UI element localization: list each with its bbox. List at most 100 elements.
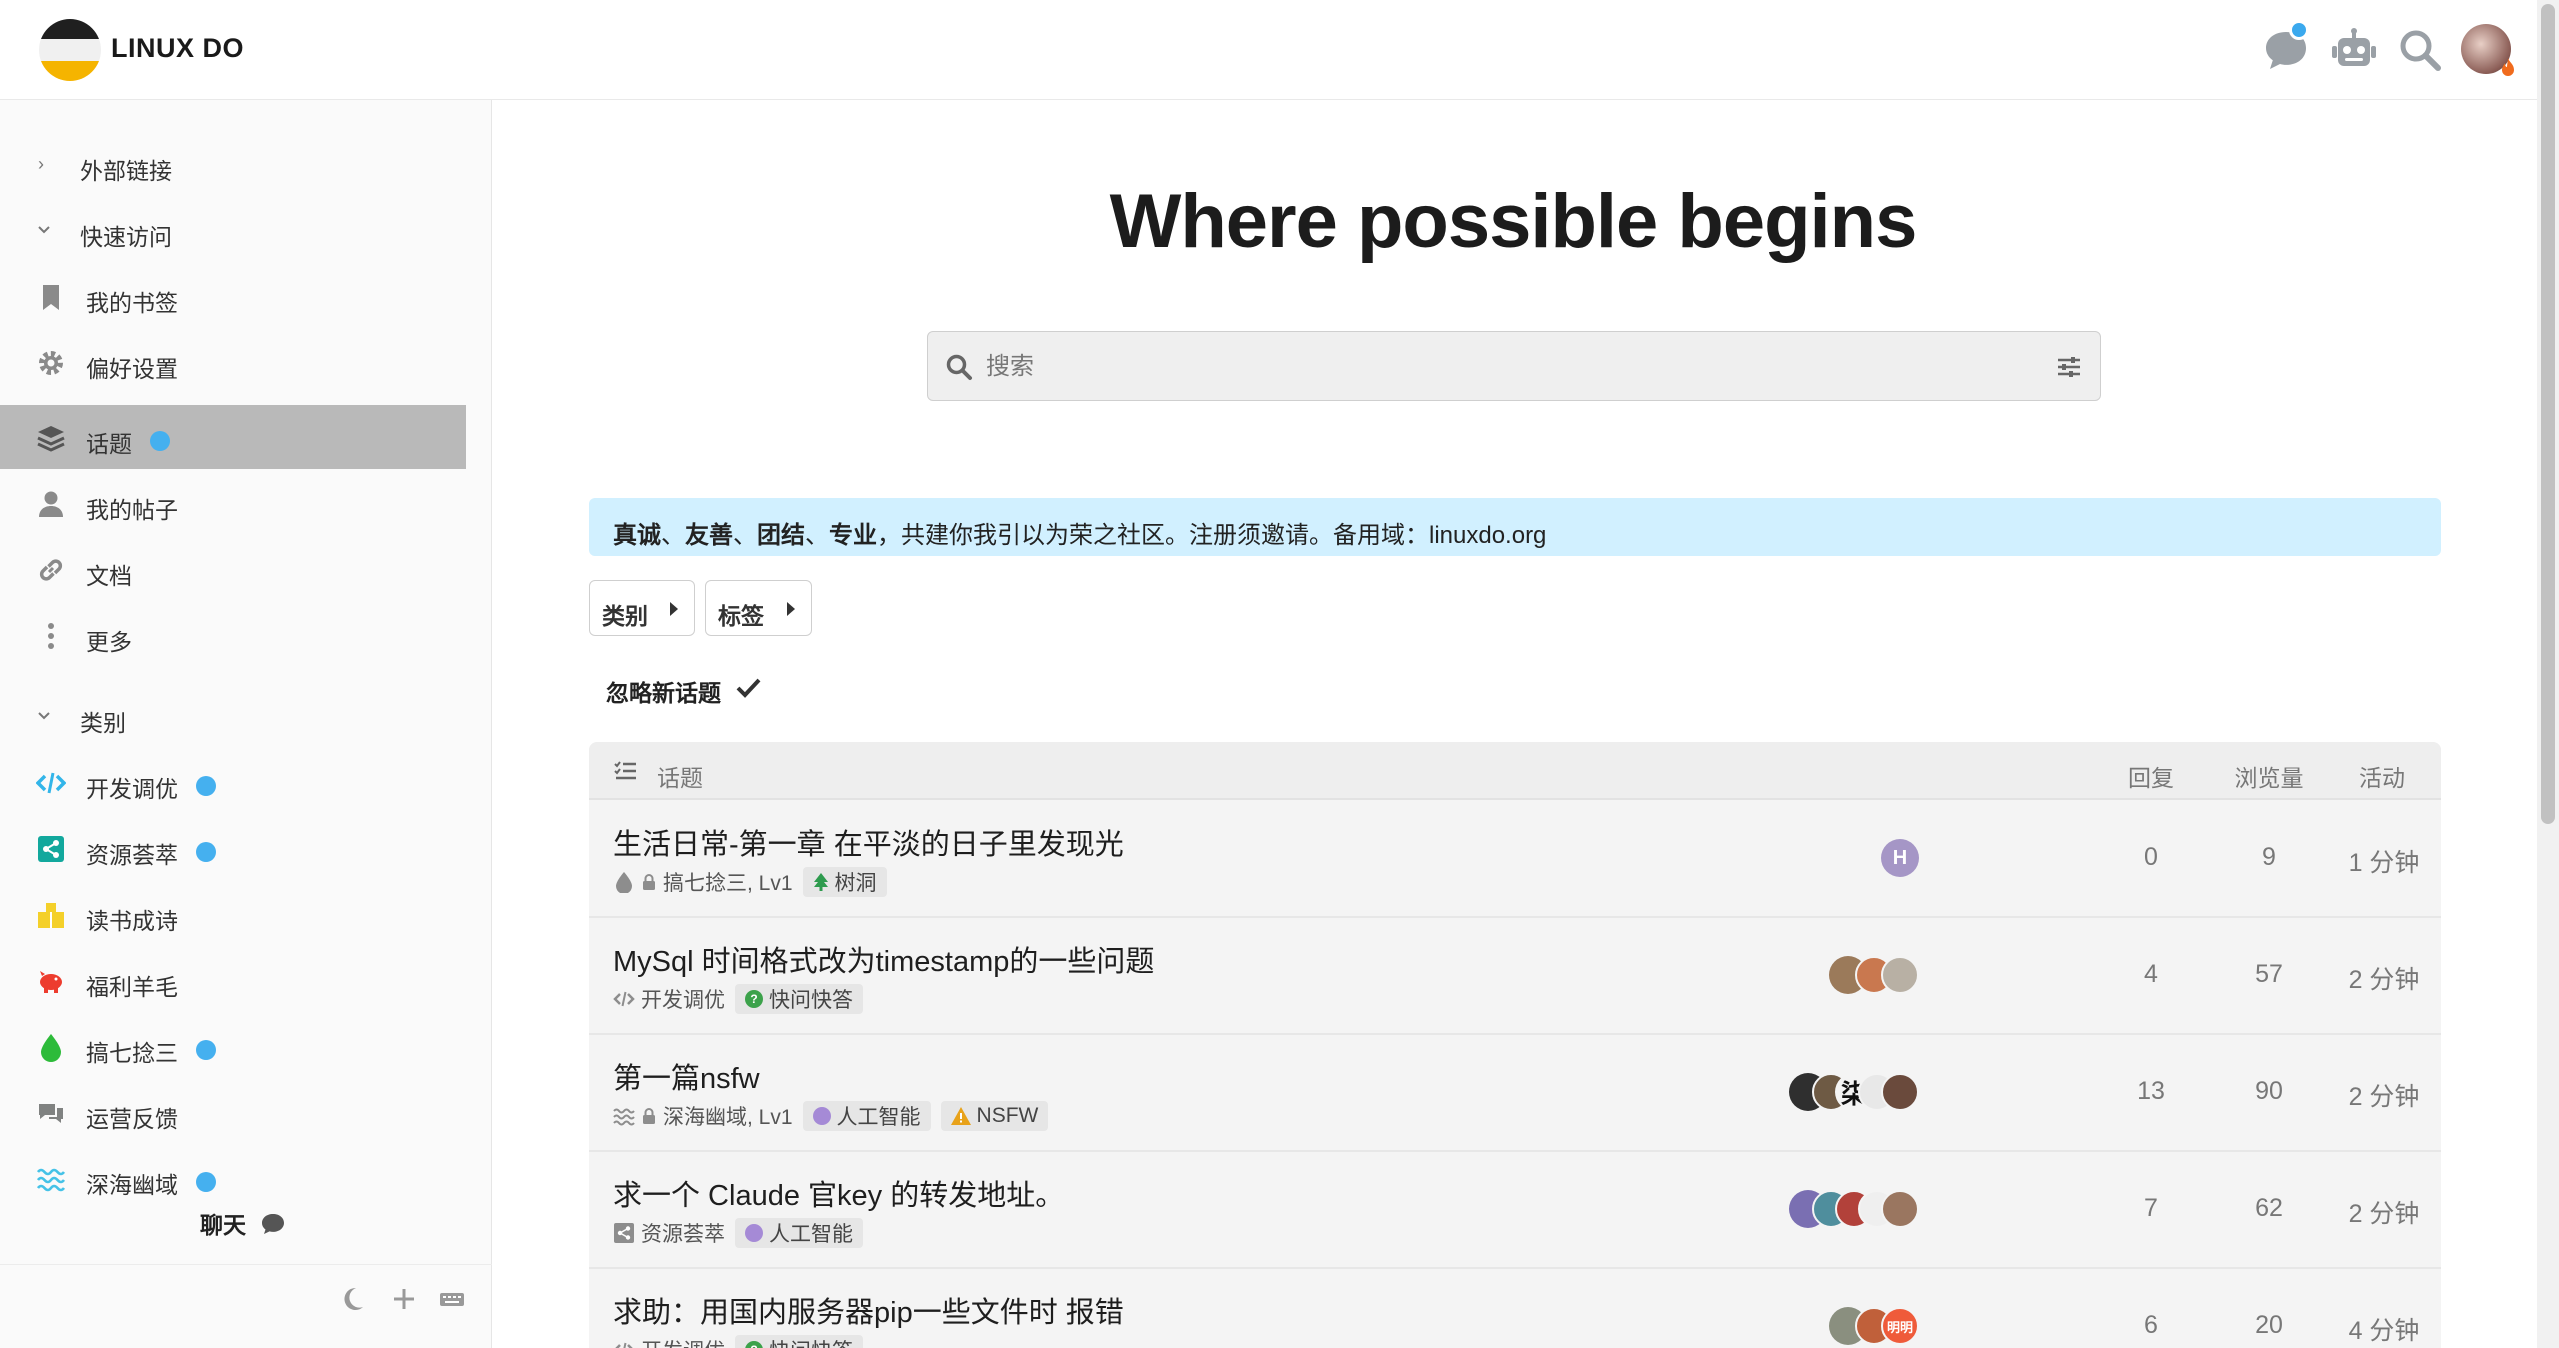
topic-row[interactable]: 求助：用国内服务器pip一些文件时 报错 开发调优 ? 快问快答 明明 6 20… bbox=[589, 1269, 2441, 1348]
sidebar-category-deals[interactable]: 福利羊毛 bbox=[0, 948, 466, 1012]
tag-label: 快问快答 bbox=[769, 989, 853, 1012]
droplet-icon bbox=[616, 872, 632, 893]
view-count: 20 bbox=[2255, 1311, 2283, 1339]
sidebar-section-categories[interactable]: 类别 bbox=[0, 684, 466, 748]
sidebar-category-dev[interactable]: 开发调优 bbox=[0, 750, 466, 814]
sidebar-category-resources[interactable]: 资源荟萃 bbox=[0, 816, 466, 880]
lock-icon bbox=[643, 874, 655, 890]
banner-separator: 、 bbox=[661, 522, 685, 549]
value-word: 真诚 bbox=[613, 522, 661, 549]
search-box[interactable] bbox=[927, 331, 2101, 401]
sidebar-item-preferences[interactable]: 偏好设置 bbox=[0, 330, 466, 394]
search-filter-icon[interactable] bbox=[2054, 352, 2084, 382]
topic-tag[interactable]: ? 快问快答 bbox=[735, 984, 863, 1014]
poster-avatar[interactable] bbox=[1881, 956, 1919, 994]
column-header-activity[interactable]: 活动 bbox=[2332, 759, 2432, 793]
poster-avatar[interactable] bbox=[1881, 1073, 1919, 1111]
more-vertical-icon bbox=[48, 623, 54, 649]
view-count: 9 bbox=[2262, 843, 2276, 871]
sidebar-item-bookmarks[interactable]: 我的书签 bbox=[0, 264, 466, 328]
page-scrollbar[interactable] bbox=[2537, 0, 2559, 1348]
topic-title-link[interactable]: 第一篇nsfw bbox=[613, 1055, 760, 1097]
topic-row[interactable]: 求一个 Claude 官key 的转发地址。 资源荟萃 人工智能 7 62 2 … bbox=[589, 1152, 2441, 1269]
column-header-replies[interactable]: 回复 bbox=[2106, 759, 2196, 793]
chevron-down-icon bbox=[38, 712, 50, 720]
category-link[interactable]: 搞七捻三, Lv1 bbox=[663, 867, 793, 897]
sidebar-item-docs[interactable]: 文档 bbox=[0, 537, 466, 601]
sidebar-item-label: 福利羊毛 bbox=[86, 974, 178, 1000]
check-icon[interactable] bbox=[734, 674, 762, 702]
activity-time[interactable]: 2 分钟 bbox=[2324, 1077, 2441, 1113]
chevron-down-icon bbox=[38, 226, 50, 234]
topic-tag[interactable]: 树洞 bbox=[802, 867, 887, 897]
sidebar: › 外部链接 快速访问 我的书签 偏好设置 话题 我的帖子 文档 更多 类别 开… bbox=[0, 100, 492, 1348]
droplet-icon bbox=[41, 1034, 61, 1062]
sidebar-item-topics[interactable]: 话题 bbox=[0, 405, 466, 469]
water-icon bbox=[613, 1108, 635, 1126]
sidebar-chat-link[interactable]: 聊天 bbox=[200, 1206, 286, 1240]
category-link[interactable]: 资源荟萃 bbox=[641, 1218, 725, 1248]
scrollbar-thumb[interactable] bbox=[2541, 4, 2555, 824]
activity-time[interactable]: 2 分钟 bbox=[2324, 1194, 2441, 1230]
book-icon bbox=[38, 903, 64, 928]
category-link[interactable]: 开发调优 bbox=[641, 984, 725, 1014]
sidebar-section-quick-access[interactable]: 快速访问 bbox=[0, 198, 466, 262]
unread-dot bbox=[150, 431, 170, 451]
bookmark-icon bbox=[43, 285, 59, 310]
sidebar-category-deepsea[interactable]: 深海幽域 bbox=[0, 1146, 466, 1210]
site-logo[interactable] bbox=[39, 19, 101, 81]
robot-icon[interactable] bbox=[2330, 26, 2378, 74]
sidebar-item-label: 偏好设置 bbox=[86, 356, 178, 382]
topic-tag[interactable]: ? 快问快答 bbox=[735, 1335, 863, 1348]
sidebar-item-my-posts[interactable]: 我的帖子 bbox=[0, 471, 466, 535]
sidebar-section-label: 快速访问 bbox=[80, 224, 172, 250]
sidebar-item-more[interactable]: 更多 bbox=[0, 603, 466, 667]
sidebar-category-reading[interactable]: 读书成诗 bbox=[0, 882, 466, 946]
lock-icon bbox=[643, 1108, 655, 1124]
topic-row[interactable]: 第一篇nsfw 深海幽域, Lv1 人工智能 NSFW 柒 13 90 2 分钟 bbox=[589, 1035, 2441, 1152]
topic-meta: 开发调优 ? 快问快答 bbox=[613, 1335, 863, 1348]
column-header-topic[interactable]: 话题 bbox=[657, 759, 703, 793]
chat-label: 聊天 bbox=[200, 1212, 246, 1238]
comments-icon bbox=[39, 1104, 63, 1123]
topic-tag[interactable]: 人工智能 bbox=[735, 1218, 863, 1248]
search-input[interactable] bbox=[986, 350, 1986, 384]
search-icon[interactable] bbox=[2396, 26, 2444, 74]
category-link[interactable]: 开发调优 bbox=[641, 1335, 725, 1348]
add-section-icon[interactable] bbox=[390, 1285, 418, 1313]
tag-filter-dropdown[interactable]: 标签 bbox=[705, 580, 812, 636]
sidebar-category-feedback[interactable]: 运营反馈 bbox=[0, 1080, 466, 1144]
poster-avatar[interactable] bbox=[1881, 1190, 1919, 1228]
column-header-views[interactable]: 浏览量 bbox=[2209, 759, 2329, 793]
site-name[interactable]: LINUX DO bbox=[111, 33, 244, 64]
banner-separator: 、 bbox=[733, 522, 757, 549]
category-filter-dropdown[interactable]: 类别 bbox=[589, 580, 695, 636]
share-icon bbox=[614, 1223, 634, 1243]
category-link[interactable]: 深海幽域, Lv1 bbox=[663, 1101, 793, 1131]
chat-bubble-icon bbox=[262, 1214, 285, 1234]
theme-toggle-icon[interactable] bbox=[338, 1285, 366, 1313]
poster-avatar[interactable]: 明明 bbox=[1881, 1307, 1919, 1345]
activity-time[interactable]: 1 分钟 bbox=[2324, 843, 2441, 879]
poster-avatar[interactable]: H bbox=[1881, 839, 1919, 877]
hero-title: Where possible begins bbox=[1109, 179, 1918, 264]
keyboard-icon[interactable] bbox=[438, 1285, 466, 1313]
sidebar-section-external-links[interactable]: › 外部链接 bbox=[0, 132, 466, 196]
topic-row[interactable]: MySql 时间格式改为timestamp的一些问题 开发调优 ? 快问快答 4… bbox=[589, 918, 2441, 1035]
sidebar-item-label: 运营反馈 bbox=[86, 1106, 178, 1132]
topic-title-link[interactable]: MySql 时间格式改为timestamp的一些问题 bbox=[613, 938, 1154, 980]
poster-avatars bbox=[1789, 1190, 1919, 1228]
activity-time[interactable]: 2 分钟 bbox=[2324, 960, 2441, 996]
topic-title-link[interactable]: 求助：用国内服务器pip一些文件时 报错 bbox=[613, 1289, 1124, 1331]
topic-title-link[interactable]: 求一个 Claude 官key 的转发地址。 bbox=[613, 1172, 1064, 1214]
bulk-select-icon[interactable] bbox=[613, 760, 637, 782]
topic-row[interactable]: 生活日常-第一章 在平淡的日子里发现光 搞七捻三, Lv1 树洞 H 0 9 1… bbox=[589, 801, 2441, 918]
topic-title-link[interactable]: 生活日常-第一章 在平淡的日子里发现光 bbox=[613, 821, 1124, 863]
sidebar-item-label: 资源荟萃 bbox=[86, 842, 178, 868]
topic-tag[interactable]: 人工智能 bbox=[802, 1101, 931, 1131]
topic-tag[interactable]: NSFW bbox=[940, 1101, 1049, 1131]
dismiss-new-topics-button[interactable]: 忽略新话题 bbox=[606, 674, 721, 708]
sidebar-category-misc[interactable]: 搞七捻三 bbox=[0, 1014, 466, 1078]
activity-time[interactable]: 4 分钟 bbox=[2324, 1311, 2441, 1347]
share-icon bbox=[38, 836, 64, 862]
